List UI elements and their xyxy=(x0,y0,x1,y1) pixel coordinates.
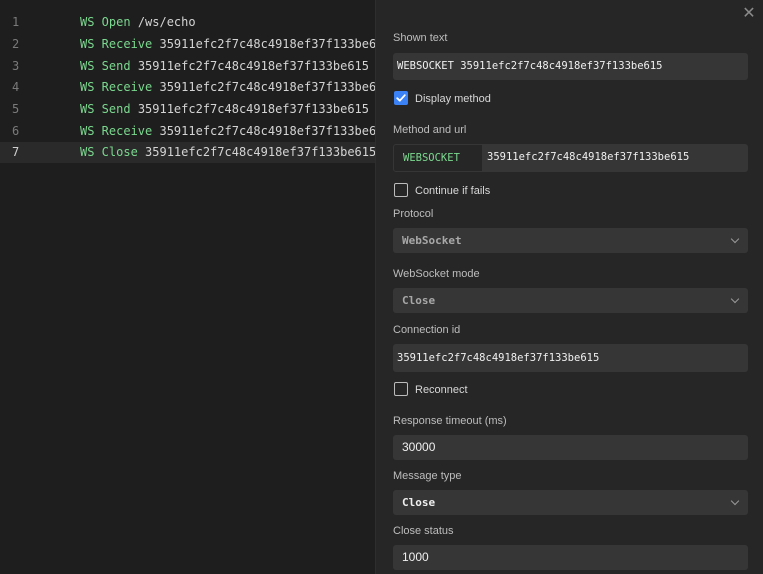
ws-keyword: WS Send xyxy=(80,102,131,116)
method-url-field: WEBSOCKET 35911efc2f7c48c4918ef37f133be6… xyxy=(393,144,748,172)
websocket-mode-select[interactable]: Close xyxy=(393,288,748,313)
code-line[interactable]: 3 WS Send 35911efc2f7c48c4918ef37f133be6… xyxy=(0,56,375,77)
ws-argument: 35911efc2f7c48c4918ef37f133be615 xyxy=(159,37,375,51)
response-timeout-value: 30000 xyxy=(402,440,436,454)
close-status-value: 1000 xyxy=(402,550,429,564)
chevron-down-icon xyxy=(730,496,740,505)
url-input[interactable]: 35911efc2f7c48c4918ef37f133be615 xyxy=(483,144,748,172)
websocket-mode-value: Close xyxy=(402,294,436,307)
display-method-checkbox[interactable] xyxy=(394,91,408,105)
ws-argument: 35911efc2f7c48c4918ef37f133be615 xyxy=(145,145,375,159)
line-number: 7 xyxy=(12,145,20,159)
line-number: 4 xyxy=(12,80,20,94)
message-type-label: Message type xyxy=(393,470,462,482)
line-number: 1 xyxy=(12,15,20,29)
shown-text-value: WEBSOCKET 35911efc2f7c48c4918ef37f133be6… xyxy=(397,60,663,72)
continue-if-fails-label: Continue if fails xyxy=(415,185,491,197)
message-type-value: Close xyxy=(402,496,436,509)
method-selector[interactable]: WEBSOCKET xyxy=(393,144,483,172)
close-status-label: Close status xyxy=(393,525,454,537)
check-icon xyxy=(396,94,406,102)
ws-keyword: WS Send xyxy=(80,59,131,73)
line-number: 3 xyxy=(12,59,20,73)
reconnect-label: Reconnect xyxy=(415,384,468,396)
websocket-mode-label: WebSocket mode xyxy=(393,268,480,280)
ws-argument: 35911efc2f7c48c4918ef37f133be615 xyxy=(137,102,369,116)
connection-id-value: 35911efc2f7c48c4918ef37f133be615 xyxy=(397,352,600,364)
continue-if-fails-checkbox[interactable] xyxy=(394,183,408,197)
chevron-down-icon xyxy=(730,234,740,243)
line-number: 5 xyxy=(12,102,20,116)
ws-keyword: WS Close xyxy=(80,145,138,159)
ws-keyword: WS Receive xyxy=(80,80,153,94)
response-timeout-input[interactable]: 30000 xyxy=(393,435,748,460)
line-number: 6 xyxy=(12,124,20,138)
code-line[interactable]: 1 WS Open /ws/echo xyxy=(0,12,375,33)
code-line[interactable]: 2 WS Receive 35911efc2f7c48c4918ef37f133… xyxy=(0,34,375,55)
close-status-input[interactable]: 1000 xyxy=(393,545,748,570)
ws-keyword: WS Receive xyxy=(80,124,153,138)
ws-argument: 35911efc2f7c48c4918ef37f133be615 xyxy=(159,80,375,94)
close-icon[interactable]: ✕ xyxy=(742,6,756,22)
connection-id-label: Connection id xyxy=(393,324,461,336)
shown-text-input[interactable]: WEBSOCKET 35911efc2f7c48c4918ef37f133be6… xyxy=(393,53,748,80)
ws-argument: /ws/echo xyxy=(137,15,196,29)
protocol-value: WebSocket xyxy=(402,234,462,247)
reconnect-checkbox[interactable] xyxy=(394,382,408,396)
protocol-select[interactable]: WebSocket xyxy=(393,228,748,253)
response-timeout-label: Response timeout (ms) xyxy=(393,415,507,427)
method-tag: WEBSOCKET xyxy=(403,152,460,164)
request-settings-panel: ✕ Shown text WEBSOCKET 35911efc2f7c48c49… xyxy=(375,0,763,574)
line-number: 2 xyxy=(12,37,20,51)
code-line-active[interactable]: 7 WS Close 35911efc2f7c48c4918ef37f133be… xyxy=(0,142,375,163)
ws-keyword: WS Open xyxy=(80,15,131,29)
code-line[interactable]: 4 WS Receive 35911efc2f7c48c4918ef37f133… xyxy=(0,77,375,98)
code-line[interactable]: 5 WS Send 35911efc2f7c48c4918ef37f133be6… xyxy=(0,99,375,120)
ws-keyword: WS Receive xyxy=(80,37,153,51)
ws-argument: 35911efc2f7c48c4918ef37f133be615 xyxy=(159,124,375,138)
ws-argument: 35911efc2f7c48c4918ef37f133be615 xyxy=(137,59,369,73)
code-line[interactable]: 6 WS Receive 35911efc2f7c48c4918ef37f133… xyxy=(0,121,375,142)
shown-text-label: Shown text xyxy=(393,32,448,44)
protocol-label: Protocol xyxy=(393,208,434,220)
code-editor[interactable]: 1 WS Open /ws/echo 2 WS Receive 35911efc… xyxy=(0,0,375,574)
connection-id-input[interactable]: 35911efc2f7c48c4918ef37f133be615 xyxy=(393,344,748,372)
message-type-select[interactable]: Close xyxy=(393,490,748,515)
url-value: 35911efc2f7c48c4918ef37f133be615 xyxy=(487,151,690,163)
display-method-label: Display method xyxy=(415,93,491,105)
method-url-label: Method and url xyxy=(393,124,467,136)
chevron-down-icon xyxy=(730,294,740,303)
